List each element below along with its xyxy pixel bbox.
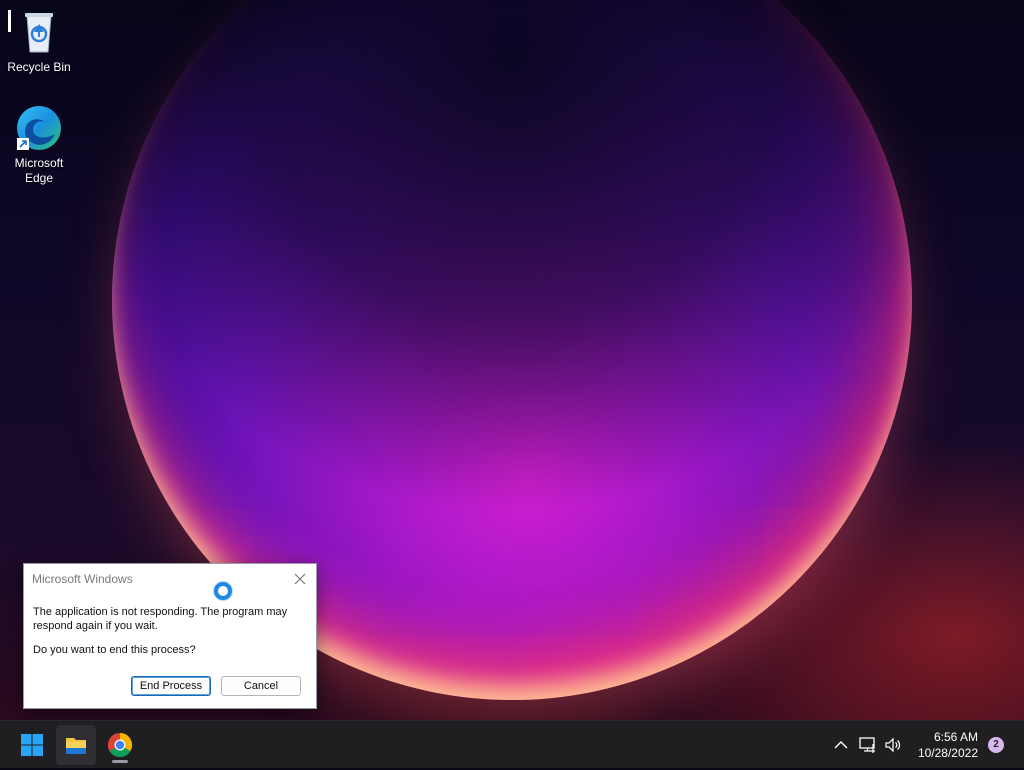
windows-start-icon	[21, 734, 43, 756]
dialog-titlebar[interactable]: Microsoft Windows	[24, 564, 316, 594]
chrome-icon	[107, 733, 133, 758]
cancel-button[interactable]: Cancel	[221, 676, 301, 696]
running-indicator	[112, 760, 128, 763]
desktop-icon-edge[interactable]: Microsoft Edge	[1, 104, 77, 186]
volume-button[interactable]	[883, 735, 903, 755]
volume-icon	[885, 737, 901, 753]
folder-icon	[66, 738, 86, 754]
desktop-icon-label-line2: Edge	[24, 171, 54, 185]
end-process-button[interactable]: End Process	[131, 676, 211, 696]
busy-spinner-icon	[214, 582, 232, 600]
close-icon	[294, 573, 306, 585]
taskbar-chrome[interactable]	[100, 725, 140, 765]
notification-badge[interactable]: 2	[988, 737, 1004, 753]
desktop-icon-label: Recycle Bin	[7, 60, 71, 74]
not-responding-dialog: Microsoft Windows The application is not…	[23, 563, 317, 709]
clock-date: 10/28/2022	[917, 746, 978, 760]
chevron-up-icon	[834, 741, 848, 749]
clock-time: 6:56 AM	[933, 730, 978, 744]
dialog-message: The application is not responding. The p…	[33, 606, 288, 632]
network-button[interactable]	[858, 735, 878, 755]
dialog-question: Do you want to end this process?	[33, 644, 196, 656]
desktop-icon-label-line1: Microsoft	[14, 156, 64, 170]
taskbar-file-explorer[interactable]	[56, 725, 96, 765]
recycle-bin-icon	[15, 8, 63, 56]
taskbar-clock[interactable]: 6:56 AM 10/28/2022	[908, 729, 978, 761]
show-hidden-icons-button[interactable]	[831, 735, 851, 755]
taskbar: 6:56 AM 10/28/2022 2	[0, 720, 1024, 768]
close-button[interactable]	[288, 567, 312, 591]
edge-icon	[15, 104, 63, 152]
desktop-icon-recycle-bin[interactable]: Recycle Bin	[1, 8, 77, 75]
dialog-title: Microsoft Windows	[32, 572, 133, 586]
network-icon	[859, 737, 875, 753]
taskbar-start-button[interactable]	[12, 725, 52, 765]
